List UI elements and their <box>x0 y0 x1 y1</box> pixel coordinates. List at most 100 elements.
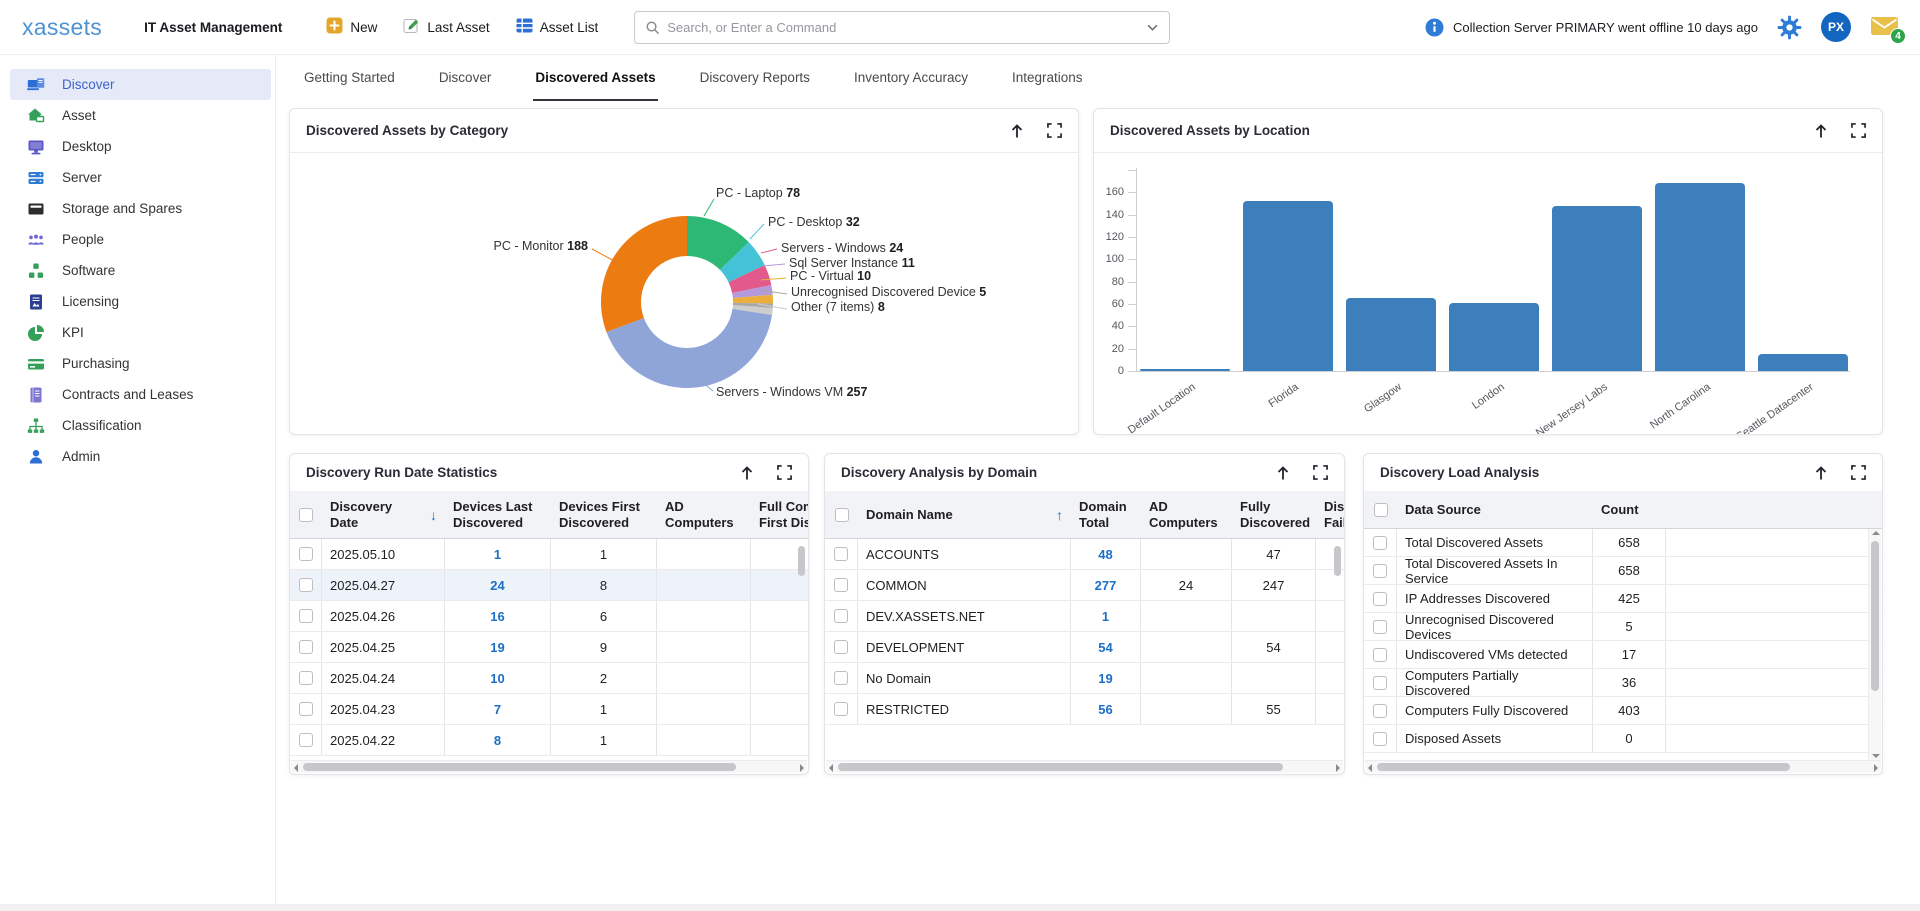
search-input[interactable] <box>667 20 1146 35</box>
tab-inventory-accuracy[interactable]: Inventory Accuracy <box>852 55 970 101</box>
app-logo[interactable]: xassets <box>22 14 102 41</box>
tab-integrations[interactable]: Integrations <box>1010 55 1085 101</box>
horizontal-scrollbar-thumb[interactable] <box>303 763 736 771</box>
sidebar-item-licensing[interactable]: Licensing <box>10 286 271 317</box>
sidebar-item-server[interactable]: Server <box>10 162 271 193</box>
sidebar-item-discover[interactable]: Discover <box>10 69 271 100</box>
cell-link[interactable]: 16 <box>445 601 551 631</box>
tab-discovery-reports[interactable]: Discovery Reports <box>698 55 812 101</box>
table-row[interactable]: Computers Fully Discovered403 <box>1364 697 1882 725</box>
sidebar-item-classification[interactable]: Classification <box>10 410 271 441</box>
select-all-checkbox[interactable] <box>299 508 313 522</box>
gear-icon[interactable] <box>1777 15 1802 40</box>
cell-link[interactable]: 48 <box>1071 539 1141 569</box>
select-all-checkbox[interactable] <box>835 508 849 522</box>
table-row[interactable]: RESTRICTED5655 <box>825 694 1344 725</box>
sidebar-item-desktop[interactable]: Desktop <box>10 131 271 162</box>
table-row[interactable]: Computers Partially Discovered36 <box>1364 669 1882 697</box>
horizontal-scrollbar[interactable] <box>1365 760 1881 773</box>
column-header[interactable]: Data Source <box>1397 491 1593 528</box>
table-row[interactable]: 2025.04.25199 <box>290 632 808 663</box>
cell-link[interactable]: 1 <box>445 539 551 569</box>
command-search[interactable] <box>634 11 1170 44</box>
table-row[interactable]: DEVELOPMENT5454 <box>825 632 1344 663</box>
row-checkbox[interactable] <box>299 578 313 592</box>
table-row[interactable]: Total Discovered Assets In Service658 <box>1364 557 1882 585</box>
column-header[interactable]: Devices LastDiscovered <box>445 491 551 538</box>
cell-link[interactable]: 19 <box>1071 663 1141 693</box>
table-row[interactable]: Unrecognised Discovered Devices5 <box>1364 613 1882 641</box>
row-checkbox[interactable] <box>299 640 313 654</box>
table-row[interactable]: COMMON27724247 <box>825 570 1344 601</box>
expand-icon[interactable] <box>1313 465 1328 480</box>
horizontal-scrollbar[interactable] <box>291 760 807 773</box>
cell-link[interactable]: 277 <box>1071 570 1141 600</box>
sidebar-item-kpi[interactable]: KPI <box>10 317 271 348</box>
table-row[interactable]: 2025.04.26166 <box>290 601 808 632</box>
export-up-arrow-icon[interactable] <box>1275 465 1291 481</box>
horizontal-scrollbar-thumb[interactable] <box>838 763 1283 771</box>
export-up-arrow-icon[interactable] <box>1813 123 1829 139</box>
bar-seattle-datacenter[interactable] <box>1758 354 1848 371</box>
bar-new-jersey-labs[interactable] <box>1552 206 1642 371</box>
sidebar-item-storage-and-spares[interactable]: Storage and Spares <box>10 193 271 224</box>
vertical-scrollbar-thumb[interactable] <box>798 546 805 576</box>
row-checkbox[interactable] <box>299 702 313 716</box>
row-checkbox[interactable] <box>1373 564 1387 578</box>
column-header[interactable]: DomainTotal <box>1071 491 1141 538</box>
sidebar-item-admin[interactable]: Admin <box>10 441 271 472</box>
column-header[interactable]: Discovery Date↓ <box>322 491 445 538</box>
table-row[interactable]: 2025.04.27248 <box>290 570 808 601</box>
row-checkbox[interactable] <box>299 547 313 561</box>
cell-link[interactable]: 19 <box>445 632 551 662</box>
table-row[interactable]: DEV.XASSETS.NET1 <box>825 601 1344 632</box>
table-row[interactable]: ACCOUNTS4847 <box>825 539 1344 570</box>
row-checkbox[interactable] <box>1373 620 1387 634</box>
sidebar-item-people[interactable]: People <box>10 224 271 255</box>
vertical-scrollbar-thumb[interactable] <box>1334 546 1341 576</box>
row-checkbox[interactable] <box>834 640 848 654</box>
row-checkbox[interactable] <box>299 609 313 623</box>
bar-north-carolina[interactable] <box>1655 183 1745 371</box>
export-up-arrow-icon[interactable] <box>739 465 755 481</box>
column-header[interactable]: Full CompFirst Disc <box>751 491 809 538</box>
bar-london[interactable] <box>1449 303 1539 371</box>
table-row[interactable]: No Domain19 <box>825 663 1344 694</box>
column-header[interactable]: AD Computers <box>657 491 751 538</box>
row-checkbox[interactable] <box>834 702 848 716</box>
column-header[interactable]: Devices FirstDiscovered <box>551 491 657 538</box>
table-row[interactable]: 2025.04.2371 <box>290 694 808 725</box>
horizontal-scrollbar-thumb[interactable] <box>1377 763 1790 771</box>
table-row[interactable]: 2025.04.24102 <box>290 663 808 694</box>
sidebar-item-asset[interactable]: Asset <box>10 100 271 131</box>
table-row[interactable]: Total Discovered Assets658 <box>1364 529 1882 557</box>
bar-florida[interactable] <box>1243 201 1333 371</box>
vertical-scrollbar[interactable] <box>1868 529 1881 760</box>
sidebar-item-purchasing[interactable]: Purchasing <box>10 348 271 379</box>
sidebar-item-software[interactable]: Software <box>10 255 271 286</box>
last-asset-button[interactable]: Last Asset <box>403 17 489 37</box>
donut-slice-pc-monitor[interactable] <box>601 216 687 332</box>
bar-glasgow[interactable] <box>1346 298 1436 371</box>
cell-link[interactable]: 24 <box>445 570 551 600</box>
table-row[interactable]: Disposed Assets0 <box>1364 725 1882 753</box>
column-header[interactable]: FullyDiscovered <box>1232 491 1316 538</box>
tab-getting-started[interactable]: Getting Started <box>302 55 397 101</box>
cell-link[interactable]: 8 <box>445 725 551 755</box>
column-header[interactable]: Count <box>1593 491 1666 528</box>
table-row[interactable]: Undiscovered VMs detected17 <box>1364 641 1882 669</box>
row-checkbox[interactable] <box>1373 648 1387 662</box>
notification-banner[interactable]: Collection Server PRIMARY went offline 1… <box>1425 18 1758 37</box>
cell-link[interactable]: 10 <box>445 663 551 693</box>
new-button[interactable]: New <box>326 17 377 37</box>
cell-link[interactable]: 54 <box>1071 632 1141 662</box>
expand-icon[interactable] <box>1851 123 1866 138</box>
row-checkbox[interactable] <box>1373 676 1387 690</box>
row-checkbox[interactable] <box>834 578 848 592</box>
tab-discovered-assets[interactable]: Discovered Assets <box>533 55 657 101</box>
chevron-down-icon[interactable] <box>1146 21 1159 34</box>
vertical-scrollbar-thumb[interactable] <box>1871 541 1879 691</box>
table-row[interactable]: IP Addresses Discovered425 <box>1364 585 1882 613</box>
cell-link[interactable]: 7 <box>445 694 551 724</box>
column-header[interactable]: Domain Name↑ <box>858 491 1071 538</box>
